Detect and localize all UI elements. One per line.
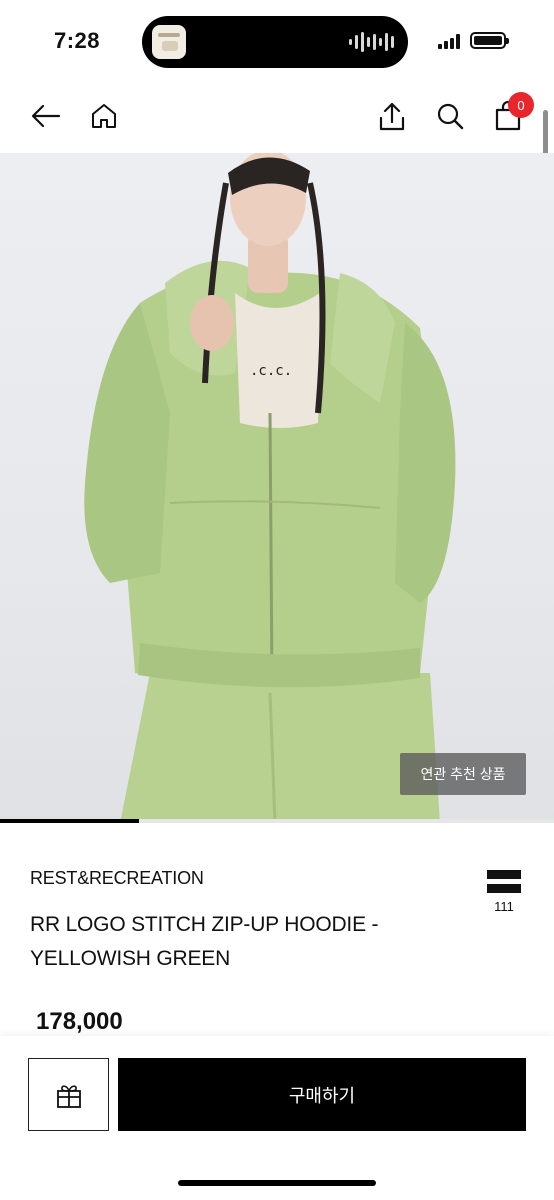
gift-icon bbox=[56, 1084, 81, 1108]
product-title: RR LOGO STITCH ZIP-UP HOODIE - YELLOWISH… bbox=[30, 913, 379, 970]
status-time: 7:28 bbox=[54, 28, 101, 53]
wishlist-button[interactable]: 111 bbox=[480, 870, 528, 914]
brand-name[interactable]: REST&RECREATION bbox=[30, 868, 204, 889]
buy-button[interactable]: 구매하기 bbox=[118, 1058, 526, 1131]
wish-count: 111 bbox=[494, 899, 514, 914]
arrow-left-icon bbox=[31, 104, 61, 128]
hamburger-wish-icon bbox=[487, 870, 521, 893]
related-products-button[interactable]: 연관 추천 상품 bbox=[400, 753, 526, 795]
search-icon bbox=[437, 103, 464, 130]
battery-icon bbox=[470, 32, 509, 49]
share-button[interactable] bbox=[372, 96, 412, 136]
home-icon bbox=[92, 104, 116, 128]
share-icon bbox=[379, 102, 405, 131]
image-progress-bar bbox=[0, 819, 554, 823]
gift-button[interactable] bbox=[28, 1058, 109, 1131]
cellular-signal-icon bbox=[438, 33, 460, 49]
home-button[interactable] bbox=[84, 96, 124, 136]
audio-wave-icon bbox=[349, 31, 394, 53]
dynamic-island bbox=[142, 16, 408, 68]
product-price: 178,000 bbox=[36, 1008, 123, 1035]
status-bar: 7:28 bbox=[0, 0, 554, 84]
product-image-carousel[interactable]: .c.c. 연관 추천 상품 bbox=[0, 153, 554, 823]
cart-count-badge: 0 bbox=[508, 92, 534, 118]
search-button[interactable] bbox=[430, 96, 470, 136]
now-playing-thumbnail bbox=[152, 25, 186, 59]
product-photo: .c.c. bbox=[84, 153, 456, 823]
home-indicator[interactable] bbox=[178, 1180, 376, 1186]
back-button[interactable] bbox=[26, 96, 66, 136]
svg-text:.c.c.: .c.c. bbox=[250, 363, 292, 379]
cart-button[interactable]: 0 bbox=[488, 92, 534, 136]
image-progress-fill bbox=[0, 819, 139, 823]
bottom-action-bar: 구매하기 bbox=[0, 1036, 554, 1200]
top-nav-bar: 0 bbox=[0, 84, 554, 152]
